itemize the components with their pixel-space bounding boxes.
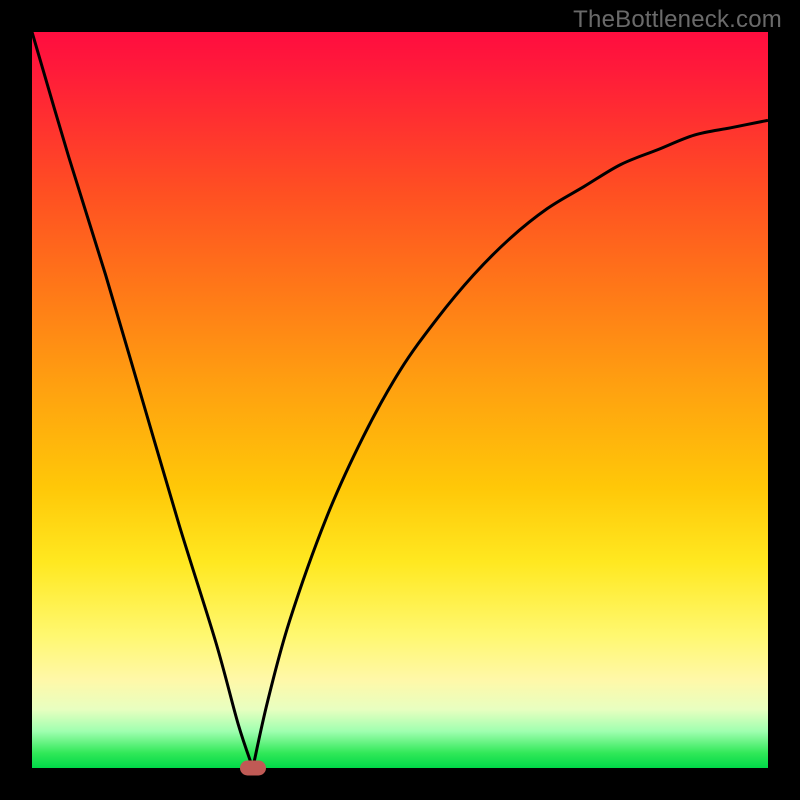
chart-container: TheBottleneck.com — [0, 0, 800, 800]
bottleneck-curve-left — [32, 32, 253, 768]
bottleneck-curve-right — [253, 120, 768, 768]
optimal-point-marker — [240, 761, 266, 776]
watermark-text: TheBottleneck.com — [573, 6, 782, 34]
curve-svg — [32, 32, 768, 768]
plot-area — [32, 32, 768, 768]
